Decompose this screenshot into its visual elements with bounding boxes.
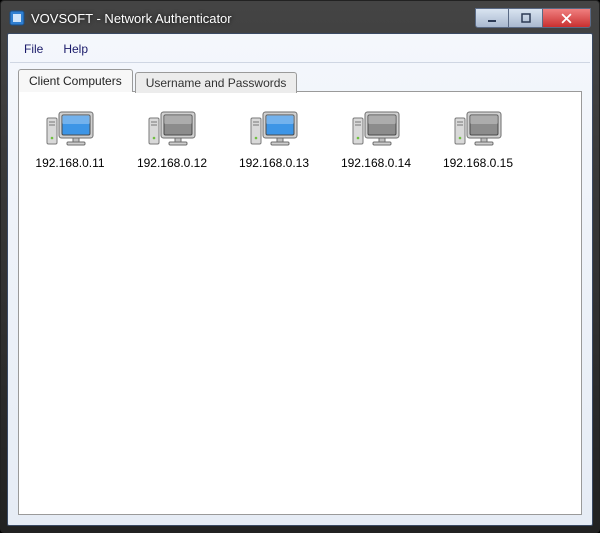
computer-ip-label: 192.168.0.13	[239, 156, 309, 170]
window-title: VOVSOFT - Network Authenticator	[31, 11, 475, 26]
window-controls	[475, 8, 591, 28]
tab-client-computers[interactable]: Client Computers	[18, 69, 133, 92]
computer-list: 192.168.0.11 192.168.0.12 192.168.0.13	[31, 108, 569, 170]
menu-help[interactable]: Help	[55, 40, 96, 58]
tab-panel-client-computers: 192.168.0.11 192.168.0.12 192.168.0.13	[18, 91, 582, 515]
computer-ip-label: 192.168.0.14	[341, 156, 411, 170]
computer-item[interactable]: 192.168.0.11	[31, 108, 109, 170]
maximize-button[interactable]	[509, 8, 543, 28]
titlebar: VOVSOFT - Network Authenticator	[7, 7, 593, 33]
computer-ip-label: 192.168.0.11	[35, 156, 104, 170]
client-area: File Help Client Computers Username and …	[7, 33, 593, 526]
computer-icon	[351, 108, 401, 150]
computer-icon	[147, 108, 197, 150]
computer-ip-label: 192.168.0.15	[443, 156, 513, 170]
computer-ip-label: 192.168.0.12	[137, 156, 207, 170]
computer-item[interactable]: 192.168.0.15	[439, 108, 517, 170]
app-icon	[9, 10, 25, 26]
tab-username-passwords[interactable]: Username and Passwords	[135, 72, 298, 93]
close-button[interactable]	[543, 8, 591, 28]
minimize-button[interactable]	[475, 8, 509, 28]
computer-item[interactable]: 192.168.0.12	[133, 108, 211, 170]
menubar: File Help	[10, 36, 590, 63]
computer-item[interactable]: 192.168.0.13	[235, 108, 313, 170]
tab-area: Client Computers Username and Passwords …	[10, 63, 590, 523]
menu-file[interactable]: File	[16, 40, 51, 58]
computer-icon	[45, 108, 95, 150]
computer-item[interactable]: 192.168.0.14	[337, 108, 415, 170]
computer-icon	[249, 108, 299, 150]
computer-icon	[453, 108, 503, 150]
app-window: VOVSOFT - Network Authenticator File Hel…	[0, 0, 600, 533]
tab-strip: Client Computers Username and Passwords	[18, 69, 582, 92]
